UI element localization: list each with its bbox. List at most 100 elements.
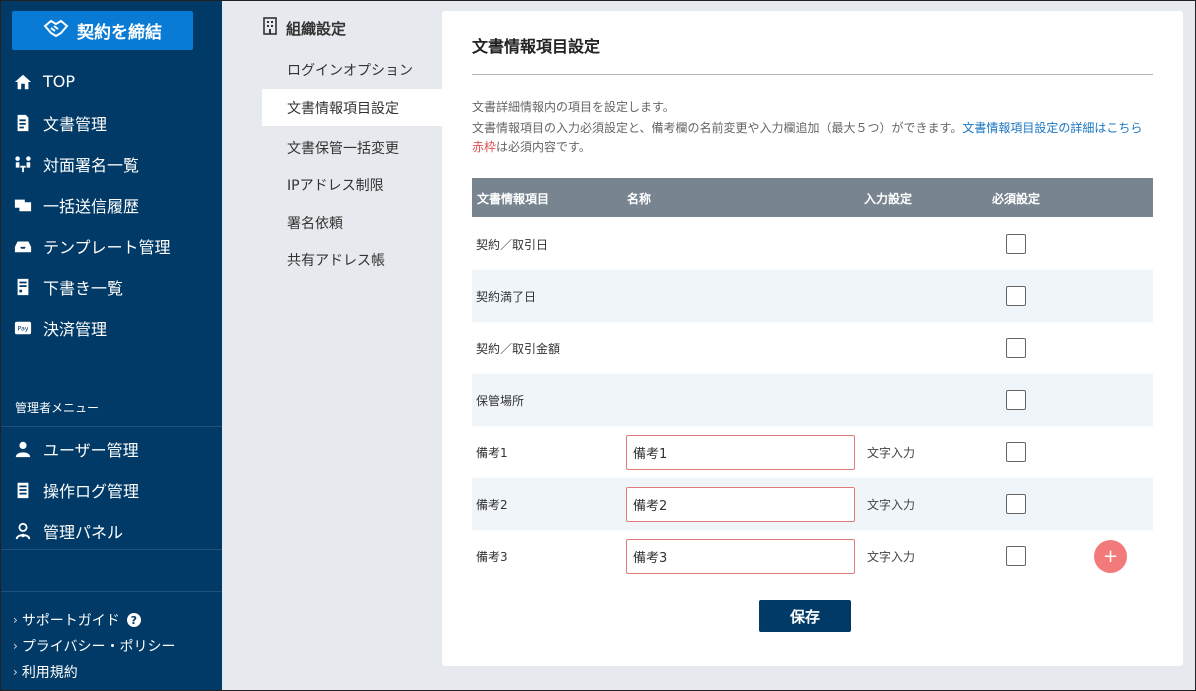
admin-panel-icon	[13, 521, 33, 541]
chevron-right-icon: ›	[13, 639, 18, 653]
header-item: 文書情報項目	[477, 192, 550, 206]
submenu-item-document-fields[interactable]: 文書情報項目設定	[262, 89, 442, 126]
row-label: 備考1	[476, 446, 508, 460]
building-icon	[262, 17, 278, 39]
chevron-right-icon: ›	[13, 613, 18, 627]
divider	[1, 426, 222, 427]
header-name: 名称	[627, 192, 652, 206]
table-row: 契約／取引日	[472, 218, 1153, 270]
bulk-send-icon	[13, 195, 33, 215]
divider	[1, 591, 222, 592]
nav-item-logs[interactable]: 操作ログ管理	[1, 469, 222, 510]
nav-item-label: テンプレート管理	[43, 237, 171, 257]
submenu-item-shared-address-book[interactable]: 共有アドレス帳	[262, 241, 442, 278]
row-label: 備考2	[476, 498, 508, 512]
nav-item-top[interactable]: TOP	[1, 61, 222, 102]
description-text: は必須内容です。	[496, 140, 591, 154]
terms-link[interactable]: › 利用規約	[13, 662, 78, 682]
submenu-item-bulk-storage-change[interactable]: 文書保管一括変更	[262, 129, 442, 166]
footer-link-label: サポートガイド	[21, 613, 120, 629]
template-icon	[13, 236, 33, 256]
row-label: 契約／取引金額	[476, 342, 561, 356]
nav-item-face-sign[interactable]: 対面署名一覧	[1, 143, 222, 184]
input-type-label: 文字入力	[867, 550, 916, 564]
submenu-title: 組織設定	[262, 17, 346, 39]
nav-item-label: 管理パネル	[43, 522, 124, 542]
page-title: 文書情報項目設定	[472, 37, 601, 56]
required-checkbox[interactable]	[1006, 546, 1026, 566]
row-label: 契約／取引日	[476, 238, 549, 252]
required-checkbox[interactable]	[1006, 390, 1026, 410]
nav-item-label: 対面署名一覧	[43, 155, 140, 175]
remark-name-input[interactable]	[626, 487, 855, 522]
description-line-3: 赤枠は必須内容です。	[472, 138, 591, 155]
sign-contract-button[interactable]: 契約を締結	[12, 11, 193, 50]
user-icon	[13, 439, 33, 459]
log-icon	[13, 480, 33, 500]
required-checkbox[interactable]	[1006, 442, 1026, 462]
document-icon	[13, 113, 33, 133]
required-checkbox[interactable]	[1006, 234, 1026, 254]
svg-text:Pay: Pay	[17, 325, 28, 332]
save-button[interactable]: 保存	[759, 600, 851, 632]
privacy-policy-link[interactable]: › プライバシー・ポリシー	[13, 636, 176, 656]
table-row: 備考3 文字入力 +	[472, 530, 1153, 582]
required-checkbox[interactable]	[1006, 494, 1026, 514]
footer-link-label: プライバシー・ポリシー	[21, 639, 176, 655]
submenu-item-login-options[interactable]: ログインオプション	[262, 51, 442, 88]
nav-item-payments[interactable]: Pay 決済管理	[1, 307, 222, 348]
header-input: 入力設定	[864, 192, 913, 206]
input-type-label: 文字入力	[867, 446, 916, 460]
description-text: 文書情報項目の入力必須設定と、備考欄の名前変更や入力欄追加（最大５つ）ができます…	[472, 121, 963, 135]
draft-icon	[13, 277, 33, 297]
required-checkbox[interactable]	[1006, 286, 1026, 306]
required-checkbox[interactable]	[1006, 338, 1026, 358]
nav-item-label: TOP	[43, 72, 76, 91]
submenu-title-label: 組織設定	[286, 19, 347, 38]
nav-item-label: 文書管理	[43, 114, 108, 134]
row-label: 保管場所	[476, 394, 525, 408]
nav-item-bulk-send[interactable]: 一括送信履歴	[1, 184, 222, 225]
table-row: 契約満了日	[472, 270, 1153, 322]
row-label: 契約満了日	[476, 290, 537, 304]
divider	[1, 549, 222, 550]
support-guide-link[interactable]: › サポートガイド ?	[13, 610, 141, 630]
description-line-1: 文書詳細情報内の項目を設定します。	[472, 100, 675, 114]
nav-item-label: 操作ログ管理	[43, 481, 140, 501]
nav-item-drafts[interactable]: 下書き一覧	[1, 266, 222, 307]
submenu-item-signature-request[interactable]: 署名依頼	[262, 204, 442, 241]
divider	[472, 74, 1153, 75]
nav-item-label: ユーザー管理	[43, 440, 139, 460]
remark-name-input[interactable]	[626, 435, 855, 470]
nav-item-users[interactable]: ユーザー管理	[1, 428, 222, 469]
details-link[interactable]: 文書情報項目設定の詳細はこちら	[962, 121, 1142, 135]
settings-card: 文書情報項目設定 文書詳細情報内の項目を設定します。 文書情報項目の入力必須設定…	[442, 11, 1183, 666]
table-header: 文書情報項目 名称 入力設定 必須設定	[472, 178, 1153, 217]
add-field-button[interactable]: +	[1094, 540, 1127, 573]
input-type-label: 文字入力	[867, 498, 916, 512]
nav-item-templates[interactable]: テンプレート管理	[1, 225, 222, 266]
nav-item-admin-panel[interactable]: 管理パネル	[1, 510, 222, 551]
nav-item-documents[interactable]: 文書管理	[1, 102, 222, 143]
table-row: 保管場所	[472, 374, 1153, 426]
red-frame-note: 赤枠	[472, 140, 497, 154]
help-icon: ?	[126, 613, 141, 627]
row-label: 備考3	[476, 550, 508, 564]
table-row: 備考2 文字入力	[472, 478, 1153, 530]
home-icon	[13, 72, 33, 92]
sign-contract-label: 契約を締結	[77, 23, 162, 43]
handshake-icon	[43, 18, 69, 43]
header-required: 必須設定	[992, 192, 1041, 206]
submenu-item-ip-restriction[interactable]: IPアドレス制限	[262, 166, 442, 203]
description-line-2: 文書情報項目の入力必須設定と、備考欄の名前変更や入力欄追加（最大５つ）ができます…	[472, 119, 1142, 136]
remark-name-input[interactable]	[626, 539, 855, 574]
nav-item-label: 下書き一覧	[43, 278, 124, 298]
admin-menu-title: 管理者メニュー	[15, 401, 100, 415]
nav-item-label: 一括送信履歴	[43, 196, 140, 216]
table-row: 備考1 文字入力	[472, 426, 1153, 478]
table-row: 契約／取引金額	[472, 322, 1153, 374]
sidebar: 契約を締結 TOP 文書管理 対面署名一覧 一括送信履歴 テンプレート管理 下書…	[1, 1, 222, 690]
chevron-right-icon: ›	[13, 665, 18, 679]
payment-icon: Pay	[13, 318, 33, 338]
footer-link-label: 利用規約	[21, 665, 78, 681]
